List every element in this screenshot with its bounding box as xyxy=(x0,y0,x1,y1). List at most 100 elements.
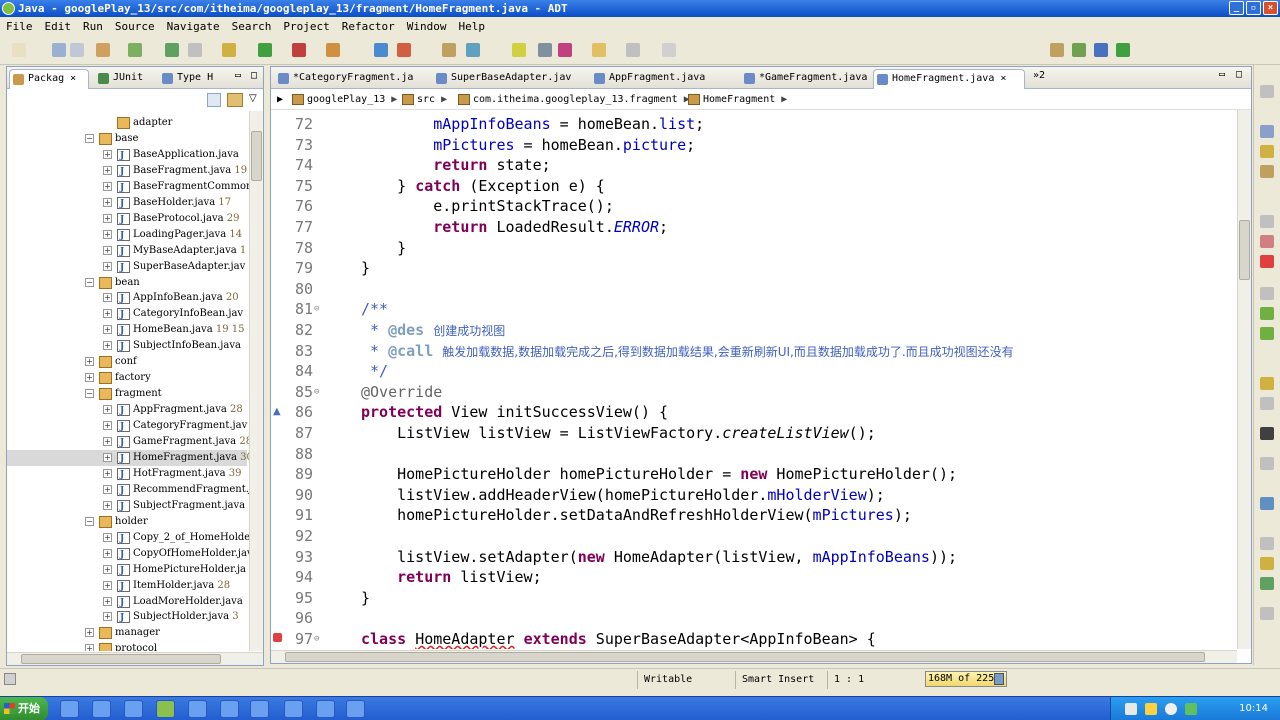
taskbar-app-icon-4[interactable] xyxy=(156,700,175,718)
link-with-editor-icon[interactable] xyxy=(227,93,243,107)
menu-window[interactable]: Window xyxy=(407,20,447,33)
tree-item[interactable]: + BaseApplication.java xyxy=(7,147,247,164)
trim-icon-3[interactable] xyxy=(1260,145,1274,158)
minimize-button[interactable]: _ xyxy=(1229,1,1244,15)
tab-overflow-indicator[interactable]: »2 xyxy=(1033,70,1045,81)
tree-item[interactable]: + HotFragment.java 39 xyxy=(7,466,247,483)
tree-expand-icon[interactable]: + xyxy=(103,197,112,207)
taskbar-app-icon-2[interactable] xyxy=(92,700,111,718)
trim-icon-5[interactable] xyxy=(1260,215,1274,228)
toolbar-icon-17[interactable] xyxy=(538,43,552,57)
view-menu-chevron-down-icon[interactable]: ▽ xyxy=(249,93,257,104)
trim-icon-2[interactable] xyxy=(1260,125,1274,138)
tree-expand-icon[interactable]: + xyxy=(103,245,112,255)
toolbar-icon-3[interactable] xyxy=(70,43,84,57)
close-button[interactable]: × xyxy=(1263,1,1278,15)
tree-expand-icon[interactable]: + xyxy=(103,532,112,542)
toolbar-icon-11[interactable] xyxy=(326,43,340,57)
editor-tab[interactable]: AppFragment.java xyxy=(591,69,735,89)
trim-icon-7[interactable] xyxy=(1260,255,1274,268)
tree-expand-icon[interactable]: − xyxy=(85,389,94,399)
tree-item[interactable]: adapter xyxy=(7,115,247,131)
tree-vertical-scrollbar[interactable] xyxy=(249,111,263,651)
editor-hscroll-thumb[interactable] xyxy=(285,652,1205,662)
tree-item[interactable]: + CopyOfHomeHolder.jav xyxy=(7,546,251,563)
tree-expand-icon[interactable]: + xyxy=(103,229,112,239)
tree-item[interactable]: + SuperBaseAdapter.jav xyxy=(7,259,247,276)
perspective-icon-4[interactable] xyxy=(1116,43,1130,57)
editor-vertical-scrollbar[interactable] xyxy=(1237,110,1251,649)
menu-search[interactable]: Search xyxy=(232,20,272,33)
tree-expand-icon[interactable]: − xyxy=(85,516,94,526)
tree-expand-icon[interactable]: + xyxy=(103,165,112,175)
tree-item[interactable]: − fragment xyxy=(7,386,247,402)
toolbar-icon-6[interactable] xyxy=(165,43,179,57)
toolbar-icon-19[interactable] xyxy=(592,43,606,57)
tree-item[interactable]: + AppFragment.java 28 xyxy=(7,402,247,419)
menu-source[interactable]: Source xyxy=(115,20,155,33)
fold-toggle-icon[interactable]: ⊖ xyxy=(314,299,319,320)
tree-expand-icon[interactable]: + xyxy=(85,357,94,367)
tree-item[interactable]: + factory xyxy=(7,370,247,386)
trim-icon-9[interactable] xyxy=(1260,307,1274,320)
toolbar-icon-18[interactable] xyxy=(558,43,572,57)
toolbar-icon-14[interactable] xyxy=(442,43,456,57)
tree-hscroll-thumb[interactable] xyxy=(21,654,221,664)
toolbar-icon-7[interactable] xyxy=(188,43,202,57)
toolbar-icon-4[interactable] xyxy=(96,43,110,57)
toolbar-icon-2[interactable] xyxy=(52,43,66,57)
tree-expand-icon[interactable]: + xyxy=(103,149,112,159)
taskbar-app-icon-1[interactable] xyxy=(60,700,79,718)
tree-expand-icon[interactable]: + xyxy=(103,580,112,590)
tree-item[interactable]: + RecommendFragment.ja xyxy=(7,482,251,499)
menu-edit[interactable]: Edit xyxy=(45,20,72,33)
taskbar-app-icon-7[interactable] xyxy=(250,700,269,718)
tree-expand-icon[interactable]: + xyxy=(103,612,112,622)
tree-expand-icon[interactable]: + xyxy=(85,373,94,383)
trim-icon-6[interactable] xyxy=(1260,235,1274,248)
breadcrumb-item[interactable]: googlePlay_13 ▶ xyxy=(291,89,397,110)
fold-toggle-icon[interactable]: ⊖ xyxy=(314,382,319,403)
breadcrumb-item[interactable]: src ▶ xyxy=(401,89,447,110)
tree-item[interactable]: + LoadMoreHolder.java xyxy=(7,594,247,611)
maximize-editor-icon[interactable]: □ xyxy=(1236,69,1242,80)
trim-icon-18[interactable] xyxy=(1260,577,1274,590)
tree-expand-icon[interactable]: + xyxy=(103,309,112,319)
tree-item[interactable]: + BaseHolder.java 17 xyxy=(7,195,247,212)
tree-expand-icon[interactable]: + xyxy=(103,341,112,351)
minimize-view-icon[interactable]: ▭ xyxy=(235,70,241,81)
toolbar-icon-21[interactable] xyxy=(662,43,676,57)
editor-tab[interactable]: *CategoryFragment.ja xyxy=(275,69,425,89)
tree-expand-icon[interactable]: + xyxy=(103,468,112,478)
volume-icon[interactable] xyxy=(1165,703,1177,715)
minimize-editor-icon[interactable]: ▭ xyxy=(1219,69,1225,80)
toolbar-icon-20[interactable] xyxy=(626,43,640,57)
tree-item[interactable]: + LoadingPager.java 14 xyxy=(7,227,247,244)
code-editor[interactable]: 72 mAppInfoBeans = homeBean.list; 73 mPic… xyxy=(271,110,1237,649)
menu-project[interactable]: Project xyxy=(283,20,329,33)
breadcrumb-menu-icon[interactable]: ▶ xyxy=(277,89,283,110)
tree-expand-icon[interactable]: + xyxy=(103,421,112,431)
heap-status[interactable]: 168M of 225M xyxy=(925,671,1007,687)
toolbar-icon-16[interactable] xyxy=(512,43,526,57)
tree-item[interactable]: + SubjectFragment.java xyxy=(7,498,247,515)
trim-icon-17[interactable] xyxy=(1260,557,1274,570)
ime-icon[interactable] xyxy=(1145,703,1157,715)
breadcrumb-item[interactable]: HomeFragment ▶ xyxy=(687,89,787,110)
toolbar-icon-12[interactable] xyxy=(374,43,388,57)
perspective-icon-2[interactable] xyxy=(1072,43,1086,57)
garbage-collect-icon[interactable] xyxy=(994,673,1004,685)
tree-expand-icon[interactable]: + xyxy=(103,484,112,494)
taskbar-app-icon-5[interactable] xyxy=(188,700,207,718)
tree-expand-icon[interactable]: + xyxy=(103,181,112,191)
tree-item[interactable]: − bean xyxy=(7,275,247,291)
tree-expand-icon[interactable]: + xyxy=(103,325,112,335)
menu-refactor[interactable]: Refactor xyxy=(342,20,395,33)
close-tab-icon[interactable]: × xyxy=(994,73,1006,84)
tab-junit[interactable]: JUnit xyxy=(95,69,143,89)
tree-item[interactable]: + SubjectHolder.java 3 xyxy=(7,609,247,626)
breadcrumb-item[interactable]: com.itheima.googleplay_13.fragment ▶ xyxy=(457,89,690,110)
tab-type-hierarchy[interactable]: Type H xyxy=(159,69,213,89)
trim-icon-13[interactable] xyxy=(1260,427,1274,440)
tree-item[interactable]: + AppInfoBean.java 20 xyxy=(7,290,247,307)
